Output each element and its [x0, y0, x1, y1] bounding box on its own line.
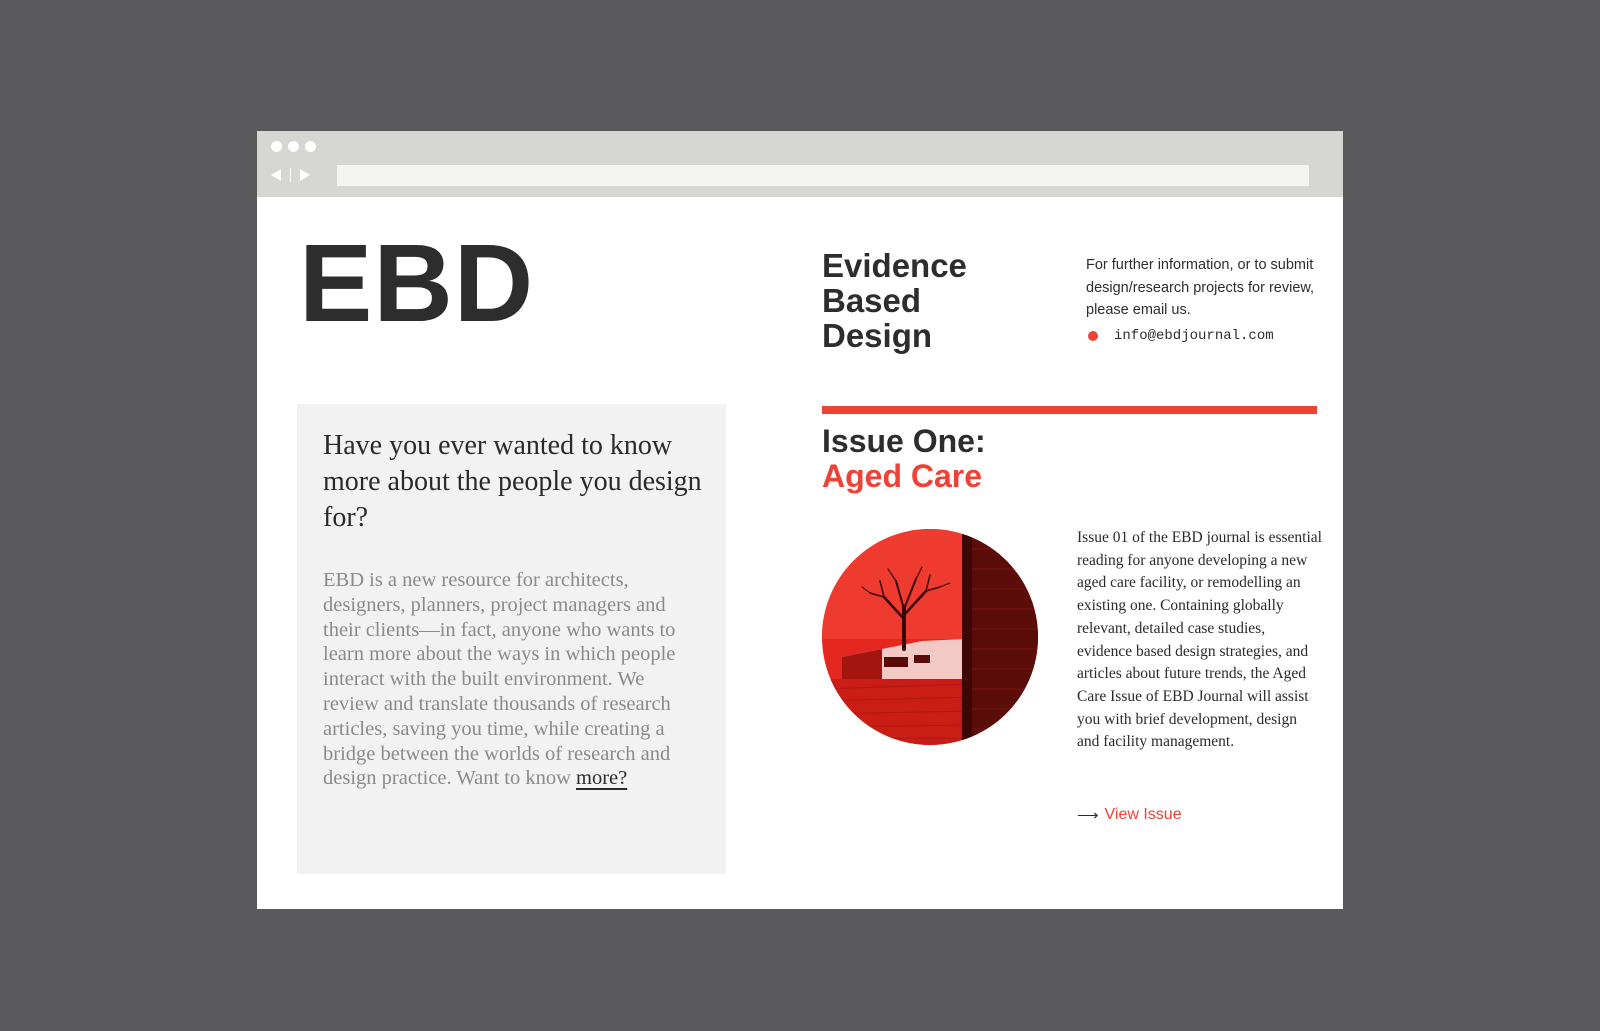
- view-issue-link[interactable]: ⟶ View Issue: [1077, 806, 1182, 824]
- browser-chrome: [257, 131, 1343, 197]
- site-title: Evidence Based Design: [822, 248, 967, 353]
- more-link[interactable]: more?: [576, 767, 627, 789]
- view-issue-label: View Issue: [1104, 806, 1182, 823]
- chevron-right-icon[interactable]: [300, 169, 310, 181]
- issue-cover-image[interactable]: [822, 529, 1038, 745]
- window-close-dot[interactable]: [271, 141, 282, 152]
- intro-panel: Have you ever wanted to know more about …: [297, 404, 726, 874]
- address-bar[interactable]: [337, 165, 1309, 186]
- issue-title-line: Issue One:: [822, 423, 986, 459]
- window-minimize-dot[interactable]: [288, 141, 299, 152]
- issue-description: Issue 01 of the EBD journal is essential…: [1077, 529, 1322, 751]
- nav-divider: [290, 168, 291, 182]
- bullet-dot-icon: [1088, 331, 1098, 341]
- intro-heading: Have you ever wanted to know more about …: [323, 430, 702, 533]
- chevron-left-icon[interactable]: [271, 169, 281, 181]
- section-divider: [822, 406, 1317, 414]
- contact-info: For further information, or to submit de…: [1086, 257, 1315, 318]
- intro-body: EBD is a new resource for architects, de…: [323, 568, 703, 791]
- email-link[interactable]: info@ebdjournal.com: [1114, 328, 1274, 344]
- site-title-line2: Based: [822, 282, 922, 319]
- issue-title: Issue One: Aged Care: [822, 424, 986, 494]
- site-title-line3: Design: [822, 317, 933, 354]
- issue-subtitle: Aged Care: [822, 458, 983, 494]
- site-logo[interactable]: EBD: [299, 229, 534, 339]
- email-row[interactable]: info@ebdjournal.com: [1088, 326, 1274, 346]
- browser-window: EBD Have you ever wanted to know more ab…: [257, 131, 1343, 909]
- intro-body-text: EBD is a new resource for architects, de…: [323, 569, 676, 790]
- arrow-right-icon: ⟶: [1077, 807, 1099, 824]
- window-maximize-dot[interactable]: [305, 141, 316, 152]
- site-title-line1: Evidence: [822, 247, 967, 284]
